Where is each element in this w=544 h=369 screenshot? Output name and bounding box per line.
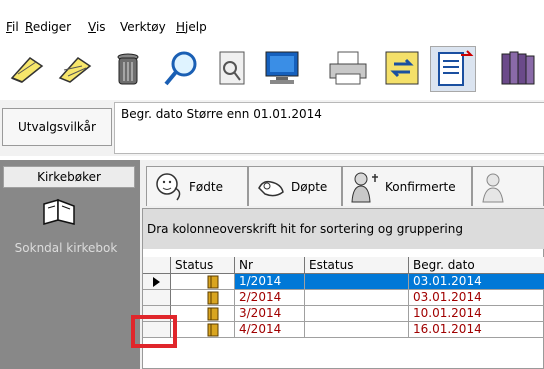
books-icon[interactable] [498, 48, 538, 88]
criteria-button[interactable]: Utvalgsvilkår [2, 108, 112, 146]
row-indicator[interactable] [143, 274, 171, 290]
date-cell[interactable]: 03.01.2014 [409, 290, 544, 306]
criteria-bar: Utvalgsvilkår Begr. dato Større enn 01.0… [0, 100, 544, 156]
nr-cell[interactable]: 2/2014 [235, 290, 305, 306]
table-row[interactable]: 2/2014 03.01.2014 [143, 290, 544, 306]
tab-konfirmerte-label: Konfirmerte [385, 179, 456, 194]
tab-next[interactable] [472, 166, 544, 206]
status-book-icon [207, 275, 219, 289]
main-panel: Fødte Døpte Konfirmerte Dra kolonneovers… [140, 160, 544, 369]
nr-cell[interactable]: 1/2014 [235, 274, 305, 290]
column-begr-dato[interactable]: Begr. dato [409, 257, 544, 274]
menu-vis[interactable]: Vis [88, 20, 106, 34]
menu-verktoy[interactable]: Verktøy [120, 20, 166, 34]
table-row[interactable]: 1/2014 03.01.2014 [143, 274, 544, 290]
tab-dopte-label: Døpte [291, 179, 328, 194]
tab-fodte-label: Fødte [189, 179, 223, 194]
edit-alt-icon[interactable] [56, 48, 96, 88]
estatus-cell[interactable] [305, 322, 409, 338]
nr-cell[interactable]: 3/2014 [235, 306, 305, 322]
refresh-icon[interactable] [382, 48, 422, 88]
edit-icon[interactable] [8, 48, 48, 88]
trash-icon[interactable] [110, 48, 150, 88]
menu-hjelp[interactable]: Hjelp [176, 20, 207, 34]
columns-icon[interactable] [430, 46, 476, 92]
status-cell[interactable] [171, 322, 235, 338]
menu-fil[interactable]: Fil [6, 20, 19, 34]
status-book-icon [207, 323, 219, 337]
date-cell[interactable]: 03.01.2014 [409, 274, 544, 290]
column-nr[interactable]: Nr [235, 257, 305, 274]
row-indicator[interactable] [143, 290, 171, 306]
estatus-cell[interactable] [305, 290, 409, 306]
row-header-column [143, 257, 171, 274]
sidebar-header[interactable]: Kirkebøker [3, 166, 135, 188]
tab-fodte[interactable]: Fødte [146, 166, 248, 206]
tab-dopte[interactable]: Døpte [248, 166, 342, 206]
tab-konfirmerte[interactable]: Konfirmerte [342, 166, 472, 206]
status-book-icon [207, 307, 219, 321]
column-status[interactable]: Status [171, 257, 235, 274]
menu-rediger[interactable]: Rediger [25, 20, 71, 34]
monitor-icon[interactable] [262, 48, 302, 88]
status-book-icon [207, 291, 219, 305]
baptism-icon [255, 170, 287, 204]
data-grid: Dra kolonneoverskrift hit for sortering … [142, 208, 544, 369]
sidebar: Kirkebøker Sokndal kirkebok [0, 160, 140, 369]
highlight-box [131, 315, 177, 348]
group-hint: Dra kolonneoverskrift hit for sortering … [143, 209, 544, 249]
table-row[interactable]: 4/2014 16.01.2014 [143, 322, 544, 338]
menu-bar: Fil Rediger Vis Verktøy Hjelp [0, 0, 544, 38]
criteria-text-field[interactable]: Begr. dato Større enn 01.01.2014 [114, 102, 544, 154]
confirmation-icon [349, 170, 381, 204]
person-icon [479, 170, 511, 204]
printer-icon[interactable] [328, 48, 368, 88]
date-cell[interactable]: 10.01.2014 [409, 306, 544, 322]
search-icon[interactable] [162, 48, 202, 88]
date-cell[interactable]: 16.01.2014 [409, 322, 544, 338]
status-cell[interactable] [171, 290, 235, 306]
column-estatus[interactable]: Estatus [305, 257, 409, 274]
toolbar [0, 42, 544, 96]
sidebar-item-sokndal[interactable]: Sokndal kirkebok [0, 242, 132, 255]
status-cell[interactable] [171, 274, 235, 290]
status-cell[interactable] [171, 306, 235, 322]
estatus-cell[interactable] [305, 306, 409, 322]
baby-icon [153, 170, 185, 204]
estatus-cell[interactable] [305, 274, 409, 290]
book-icon[interactable] [40, 196, 80, 226]
nr-cell[interactable]: 4/2014 [235, 322, 305, 338]
table-row[interactable]: 3/2014 10.01.2014 [143, 306, 544, 322]
preview-icon[interactable] [212, 48, 252, 88]
